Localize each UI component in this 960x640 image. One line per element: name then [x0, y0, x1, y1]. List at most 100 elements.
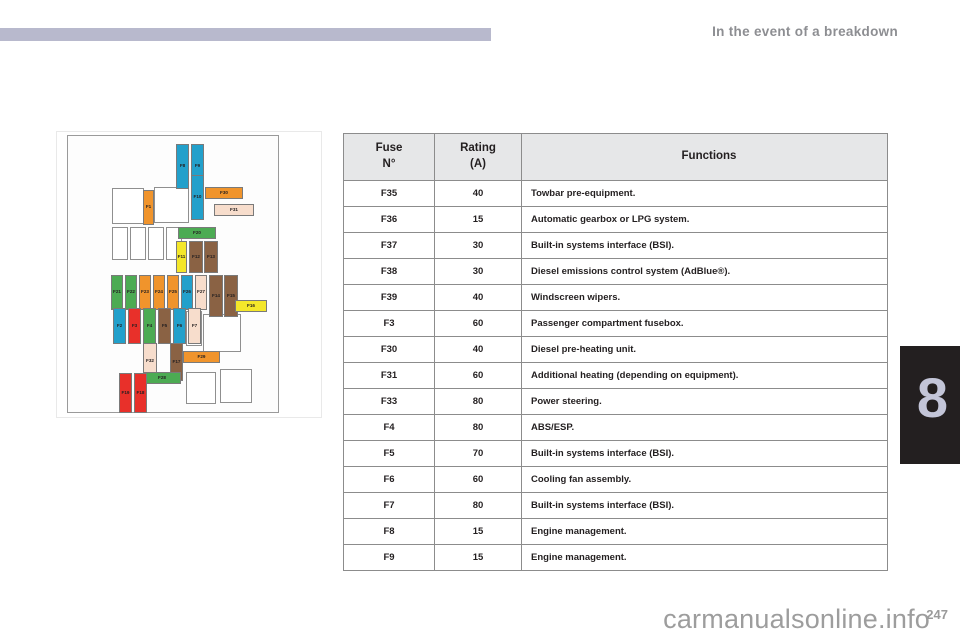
table-row: F31 60 Additional heating (depending on eq…	[343, 362, 888, 389]
fuse-slot-empty	[154, 187, 189, 223]
fuse-f30: F30	[205, 187, 243, 199]
column-header-fuse-line1: Fuse	[375, 142, 403, 155]
cell-rating: 40	[434, 180, 522, 207]
fuse-f21: F21	[111, 275, 123, 310]
fuse-f5: F5	[158, 308, 171, 344]
cell-rating: 60	[434, 310, 522, 337]
column-header-functions: Functions	[521, 133, 888, 181]
cell-rating: 30	[434, 232, 522, 259]
cell-function: Engine management.	[521, 544, 888, 571]
fuse-f7: F7	[188, 308, 201, 344]
fuse-slot-empty	[130, 227, 146, 260]
fuse-f22: F22	[125, 275, 137, 310]
cell-fuse: F31	[343, 362, 435, 389]
cell-fuse: F4	[343, 414, 435, 441]
table-row: F5 70 Built-in systems interface (BSI).	[343, 440, 888, 467]
cell-function: Windscreen wipers.	[521, 284, 888, 311]
cell-rating: 40	[434, 336, 522, 363]
cell-rating: 80	[434, 414, 522, 441]
watermark: carmanualsonline.info	[663, 604, 930, 634]
fuse-slot-empty	[186, 372, 216, 404]
cell-rating: 60	[434, 466, 522, 493]
fuse-f31: F31	[214, 204, 254, 216]
fuse-f3: F3	[128, 308, 141, 344]
cell-fuse: F33	[343, 388, 435, 415]
cell-rating: 15	[434, 544, 522, 571]
fuse-f19: F19	[119, 373, 132, 413]
table-row: F3 60 Passenger compartment fusebox.	[343, 310, 888, 337]
column-header-fuse: Fuse N°	[343, 133, 435, 181]
table-row: F4 80 ABS/ESP.	[343, 414, 888, 441]
cell-rating: 40	[434, 284, 522, 311]
cell-function: Engine management.	[521, 518, 888, 545]
chapter-number: 8	[916, 366, 948, 429]
fuse-f16: F16	[235, 300, 267, 312]
fuse-slot-empty	[220, 369, 252, 403]
fuse-table: Fuse N° Rating (A) Functions F35 40 Towbar…	[343, 133, 888, 571]
fuse-f24: F24	[153, 275, 165, 310]
table-row: F33 80 Power steering.	[343, 388, 888, 415]
fuse-f4: F4	[143, 308, 156, 344]
fuse-f28: F28	[143, 372, 181, 384]
cell-function: Cooling fan assembly.	[521, 466, 888, 493]
column-header-rating-line1: Rating	[460, 142, 496, 155]
cell-fuse: F30	[343, 336, 435, 363]
fuse-f8: F8	[176, 144, 189, 189]
cell-rating: 15	[434, 518, 522, 545]
fuse-slot-empty	[112, 188, 144, 224]
cell-function: ABS/ESP.	[521, 414, 888, 441]
cell-fuse: F38	[343, 258, 435, 285]
cell-fuse: F36	[343, 206, 435, 233]
cell-function: Passenger compartment fusebox.	[521, 310, 888, 337]
table-row: F35 40 Towbar pre-equipment.	[343, 180, 888, 207]
fuse-f10: F10	[191, 175, 204, 220]
table-body: F35 40 Towbar pre-equipment. F36 15 Automatic…	[343, 180, 888, 571]
table-row: F36 15 Automatic gearbox or LPG system.	[343, 206, 888, 233]
table-header: Fuse N° Rating (A) Functions	[343, 133, 888, 181]
fuse-f25: F25	[167, 275, 179, 310]
cell-fuse: F9	[343, 544, 435, 571]
cell-function: Power steering.	[521, 388, 888, 415]
fuse-f20: F20	[178, 227, 216, 239]
cell-fuse: F39	[343, 284, 435, 311]
fuse-f6: F6	[173, 308, 186, 344]
header-accent-bar	[0, 28, 491, 41]
cell-rating: 60	[434, 362, 522, 389]
cell-fuse: F6	[343, 466, 435, 493]
column-header-rating: Rating (A)	[434, 133, 522, 181]
column-header-rating-line2: (A)	[470, 158, 486, 170]
cell-function: Diesel pre-heating unit.	[521, 336, 888, 363]
column-header-fuse-line2: N°	[382, 158, 396, 170]
cell-fuse: F7	[343, 492, 435, 519]
fuse-slot-empty	[203, 314, 241, 352]
cell-fuse: F37	[343, 232, 435, 259]
fuse-f26: F26	[181, 275, 193, 310]
table-row: F38 30 Diesel emissions control system (Ad…	[343, 258, 888, 285]
fuse-f27: F27	[195, 275, 207, 310]
cell-fuse: F35	[343, 180, 435, 207]
fuse-f12: F12	[189, 241, 203, 273]
cell-function: Additional heating (depending on equipme…	[521, 362, 888, 389]
fuse-f23: F23	[139, 275, 151, 310]
fuse-f2: F2	[113, 308, 126, 344]
table-row: F7 80 Built-in systems interface (BSI).	[343, 492, 888, 519]
cell-function: Towbar pre-equipment.	[521, 180, 888, 207]
fusebox-diagram: F8 F9 F10 F30 F31 F1 F20 F11 F12 F13 F21 F22 F23 F24 F…	[56, 131, 322, 418]
table-row: F6 60 Cooling fan assembly.	[343, 466, 888, 493]
cell-fuse: F5	[343, 440, 435, 467]
cell-rating: 80	[434, 492, 522, 519]
fuse-f1: F1	[143, 190, 154, 225]
cell-rating: 30	[434, 258, 522, 285]
cell-rating: 70	[434, 440, 522, 467]
cell-function: Built-in systems interface (BSI).	[521, 232, 888, 259]
cell-rating: 15	[434, 206, 522, 233]
cell-fuse: F3	[343, 310, 435, 337]
fuse-slot-empty	[112, 227, 128, 260]
fuse-f11: F11	[176, 241, 187, 273]
cell-rating: 80	[434, 388, 522, 415]
table-row: F9 15 Engine management.	[343, 544, 888, 571]
table-row: F8 15 Engine management.	[343, 518, 888, 545]
cell-function: Built-in systems interface (BSI).	[521, 440, 888, 467]
table-row: F37 30 Built-in systems interface (BSI).	[343, 232, 888, 259]
cell-fuse: F8	[343, 518, 435, 545]
